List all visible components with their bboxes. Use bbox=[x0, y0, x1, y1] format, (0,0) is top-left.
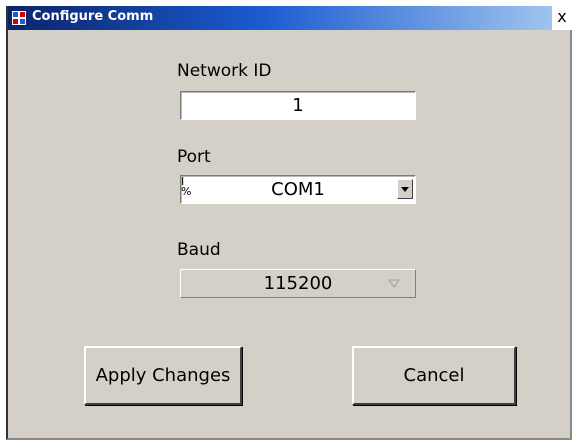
io-port-icon: I% bbox=[181, 175, 192, 198]
cancel-button[interactable]: Cancel bbox=[352, 346, 516, 405]
baud-label: Baud bbox=[177, 240, 221, 260]
window-title: Configure Comm bbox=[32, 9, 154, 24]
port-value: COM1 bbox=[271, 179, 325, 200]
baud-value: 115200 bbox=[263, 273, 333, 294]
close-button[interactable]: x bbox=[552, 6, 572, 30]
title-bar: Configure Comm x bbox=[8, 6, 572, 30]
port-label: Port bbox=[177, 147, 211, 167]
network-id-input[interactable]: 1 bbox=[180, 91, 416, 120]
app-icon bbox=[11, 10, 27, 26]
chevron-down-icon bbox=[387, 278, 401, 290]
port-select[interactable]: I% COM1 bbox=[180, 175, 416, 204]
configure-comm-dialog: Configure Comm x Network ID 1 Port I% CO… bbox=[6, 6, 572, 440]
baud-select[interactable]: 115200 bbox=[180, 269, 416, 298]
network-id-value: 1 bbox=[292, 95, 304, 116]
network-id-label: Network ID bbox=[177, 61, 272, 81]
apply-changes-button[interactable]: Apply Changes bbox=[84, 346, 242, 405]
chevron-down-icon[interactable] bbox=[397, 179, 413, 199]
